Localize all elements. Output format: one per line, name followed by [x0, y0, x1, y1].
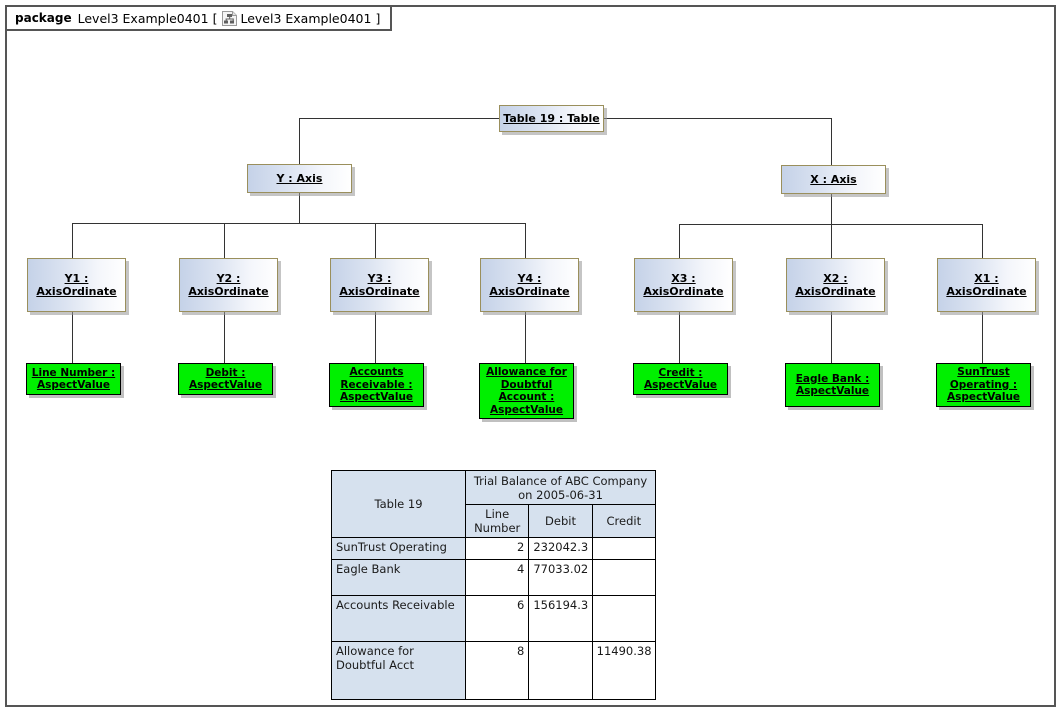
table-cell-line-number: 4 [464, 559, 530, 596]
table-col-header-credit: Credit [591, 504, 657, 538]
connector-y-bus [72, 223, 525, 224]
node-ordinate-y2-label: Y2 : AxisOrdinate [188, 272, 269, 298]
table-cell-stub: Accounts Receivable [331, 595, 466, 642]
connector-y1-to-aspect [72, 312, 73, 363]
node-table19[interactable]: Table 19 : Table [499, 105, 604, 132]
table-cell-line-number: 6 [464, 595, 530, 642]
node-ordinate-y4-label: Y4 : AxisOrdinate [489, 272, 570, 298]
table-cell-debit: 232042.3 [528, 537, 593, 560]
node-aspect-credit-label: Credit : AspectValue [643, 366, 718, 392]
connector-x-drop [831, 194, 832, 224]
node-axis-x-label: X : Axis [810, 173, 857, 186]
node-table19-label: Table 19 : Table [503, 112, 600, 125]
node-aspect-credit[interactable]: Credit : AspectValue [633, 363, 728, 395]
connector-y3-to-aspect [375, 312, 376, 363]
node-aspect-line-number[interactable]: Line Number : AspectValue [26, 363, 121, 395]
node-axis-y[interactable]: Y : Axis [247, 164, 352, 193]
connector-root-right [604, 118, 832, 119]
node-ordinate-y4[interactable]: Y4 : AxisOrdinate [480, 258, 579, 312]
table-row: Allowance for Doubtful Acct 8 11490.38 [331, 641, 657, 700]
connector-y2-to-aspect [224, 312, 225, 363]
table-cell-credit [591, 559, 657, 596]
node-ordinate-y1-label: Y1 : AxisOrdinate [36, 272, 117, 298]
connector-y-to-y1 [72, 223, 73, 258]
connector-root-left [299, 118, 499, 119]
node-ordinate-y3-label: Y3 : AxisOrdinate [339, 272, 420, 298]
connector-x3-to-aspect [679, 312, 680, 363]
table-header-row-1: Table 19 Trial Balance of ABC Company on… [331, 470, 656, 538]
node-ordinate-y1[interactable]: Y1 : AxisOrdinate [27, 258, 126, 312]
table-cell-credit [591, 537, 657, 560]
table-cell-debit [528, 641, 593, 700]
bracket-close: ] [375, 10, 381, 26]
connector-x-to-x3 [679, 224, 680, 258]
table-col-header-debit: Debit [528, 504, 593, 538]
node-ordinate-y2[interactable]: Y2 : AxisOrdinate [179, 258, 278, 312]
trial-balance-table: Table 19 Trial Balance of ABC Company on… [331, 470, 657, 700]
node-aspect-accounts-receivable[interactable]: Accounts Receivable : AspectValue [329, 363, 424, 407]
package-frame-header: package Level3 Example0401 [ Level3 Exam… [7, 7, 393, 31]
node-aspect-accounts-receivable-label: Accounts Receivable : AspectValue [339, 366, 414, 404]
node-ordinate-x1-label: X1 : AxisOrdinate [946, 272, 1027, 298]
connector-x2-to-aspect [831, 312, 832, 363]
node-aspect-debit[interactable]: Debit : AspectValue [178, 363, 273, 395]
node-aspect-line-number-label: Line Number : AspectValue [31, 366, 116, 392]
table-cell-line-number: 8 [464, 641, 530, 700]
package-name: Level3 Example0401 [77, 10, 209, 26]
node-aspect-suntrust-operating[interactable]: SunTrust Operating : AspectValue [936, 363, 1031, 407]
package-keyword: package [15, 11, 72, 25]
node-ordinate-x2-label: X2 : AxisOrdinate [795, 272, 876, 298]
node-ordinate-x1[interactable]: X1 : AxisOrdinate [937, 258, 1036, 312]
connector-y-to-y3 [375, 223, 376, 258]
connector-y-drop [299, 193, 300, 223]
node-axis-x[interactable]: X : Axis [781, 165, 886, 194]
node-ordinate-y3[interactable]: Y3 : AxisOrdinate [330, 258, 429, 312]
table-cell-debit: 77033.02 [528, 559, 593, 596]
connector-x1-to-aspect [982, 312, 983, 363]
table-col-header-line-number: Line Number [464, 504, 530, 538]
table-cell-stub: SunTrust Operating [331, 537, 466, 560]
table-row: Eagle Bank 4 77033.02 [331, 559, 657, 596]
table-cell-stub: Allowance for Doubtful Acct [331, 641, 466, 700]
node-ordinate-x2[interactable]: X2 : AxisOrdinate [786, 258, 885, 312]
table-cell-stub: Eagle Bank [331, 559, 466, 596]
node-ordinate-x3[interactable]: X3 : AxisOrdinate [634, 258, 733, 312]
hierarchy-icon [222, 10, 238, 26]
table-corner-cell: Table 19 [331, 470, 466, 538]
node-axis-y-label: Y : Axis [276, 172, 323, 185]
connector-y-to-y2 [224, 223, 225, 258]
table-row: SunTrust Operating 2 232042.3 [331, 537, 657, 560]
table-title-cell: Trial Balance of ABC Company on 2005-06-… [465, 470, 656, 505]
node-aspect-suntrust-operating-label: SunTrust Operating : AspectValue [946, 366, 1021, 404]
table-cell-debit: 156194.3 [528, 595, 593, 642]
node-aspect-allowance-doubtful[interactable]: Allowance for Doubtful Account : AspectV… [479, 363, 574, 419]
node-aspect-eagle-bank-label: Eagle Bank : AspectValue [795, 372, 870, 398]
connector-x-to-x2 [831, 224, 832, 258]
node-ordinate-x3-label: X3 : AxisOrdinate [643, 272, 724, 298]
table-row: Accounts Receivable 6 156194.3 [331, 595, 657, 642]
node-aspect-debit-label: Debit : AspectValue [188, 366, 263, 392]
package-frame: package Level3 Example0401 [ Level3 Exam… [5, 5, 1056, 707]
node-aspect-allowance-doubtful-label: Allowance for Doubtful Account : AspectV… [486, 366, 567, 416]
connector-x-to-x1 [982, 224, 983, 258]
table-cell-line-number: 2 [464, 537, 530, 560]
connector-y4-to-aspect [525, 312, 526, 363]
bracket-open: [ [212, 10, 218, 26]
connector-y-to-y4 [525, 223, 526, 258]
table-cell-credit: 11490.38 [591, 641, 657, 700]
table-cell-credit [591, 595, 657, 642]
diagram-name: Level3 Example0401 [240, 10, 372, 26]
node-aspect-eagle-bank[interactable]: Eagle Bank : AspectValue [785, 363, 880, 407]
